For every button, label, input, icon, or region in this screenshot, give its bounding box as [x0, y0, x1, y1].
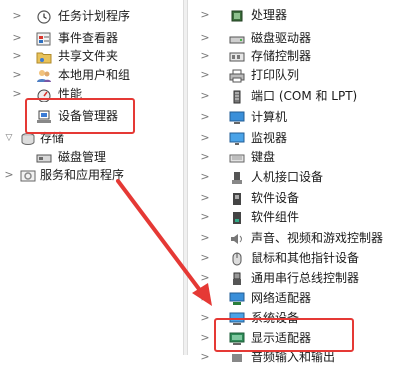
- chevron-right-icon[interactable]: >: [200, 227, 210, 249]
- tree-item-services-apps[interactable]: > 服务和应用程序: [0, 164, 183, 186]
- chevron-right-icon[interactable]: >: [200, 346, 210, 368]
- tree-item-label: 任务计划程序: [58, 9, 131, 23]
- device-category-row[interactable]: > 人机接口设备: [188, 166, 407, 188]
- chevron-right-icon[interactable]: >: [12, 83, 22, 105]
- chevron-right-icon[interactable]: >: [200, 287, 210, 309]
- chevron-right-icon[interactable]: >: [200, 247, 210, 269]
- keyboard-icon: [229, 150, 245, 164]
- device-category-label: 打印队列: [251, 68, 300, 82]
- device-category-label: 处理器: [251, 8, 288, 22]
- disk-management-icon: [36, 150, 52, 164]
- console-tree: > 任务计划程序 > 事件查看器 > 共享文件夹 > 本地用户和组 > 性能 设…: [0, 0, 183, 355]
- chevron-right-icon[interactable]: >: [200, 206, 210, 228]
- storage-controller-icon: [229, 49, 245, 63]
- audio-io-icon: [229, 350, 245, 364]
- chevron-right-icon[interactable]: >: [4, 164, 14, 186]
- services-icon: [20, 168, 36, 182]
- chevron-right-icon[interactable]: >: [200, 64, 210, 86]
- chevron-right-icon[interactable]: >: [200, 106, 210, 128]
- device-category-row[interactable]: > 软件组件: [188, 206, 407, 228]
- chevron-right-icon[interactable]: >: [200, 166, 210, 188]
- device-category-label: 计算机: [251, 110, 288, 124]
- device-category-label: 人机接口设备: [251, 170, 324, 184]
- chevron-right-icon[interactable]: >: [200, 85, 210, 107]
- device-category-row[interactable]: > 端口 (COM 和 LPT): [188, 85, 407, 107]
- hid-icon: [229, 170, 245, 184]
- device-category-label: 端口 (COM 和 LPT): [251, 89, 358, 103]
- device-category-label: 声音、视频和游戏控制器: [251, 231, 384, 245]
- device-category-row[interactable]: > 打印队列: [188, 64, 407, 86]
- software-device-icon: [229, 191, 245, 205]
- port-icon: [229, 89, 245, 104]
- device-category-row[interactable]: > 处理器: [188, 4, 407, 26]
- disk-drive-icon: [229, 31, 245, 45]
- processor-icon: [229, 8, 245, 22]
- chevron-right-icon[interactable]: >: [200, 307, 210, 329]
- software-component-icon: [229, 210, 245, 224]
- device-category-label: 键盘: [251, 150, 276, 164]
- highlight-box-display-adapter: [214, 318, 354, 352]
- computer-icon: [229, 110, 245, 124]
- device-category-row[interactable]: > 计算机: [188, 106, 407, 128]
- device-category-row[interactable]: > 网络适配器: [188, 287, 407, 309]
- shared-folder-icon: [36, 49, 52, 64]
- device-category-row[interactable]: > 通用串行总线控制器: [188, 267, 407, 289]
- device-category-row[interactable]: > 声音、视频和游戏控制器: [188, 227, 407, 249]
- chevron-right-icon[interactable]: >: [200, 146, 210, 168]
- device-category-row[interactable]: > 键盘: [188, 146, 407, 168]
- monitor-icon: [229, 131, 245, 145]
- mouse-icon: [229, 251, 245, 266]
- device-category-label: 通用串行总线控制器: [251, 271, 360, 285]
- highlight-box-device-manager: [25, 98, 135, 134]
- device-category-row[interactable]: > 鼠标和其他指针设备: [188, 247, 407, 269]
- device-tree: > 处理器 > 磁盘驱动器 > 存储控制器 > 打印队列 > 端口 (COM 和 LPT) > 计算机…: [188, 0, 407, 364]
- tree-item-label: 服务和应用程序: [40, 168, 125, 182]
- clock-icon: [36, 9, 52, 24]
- chevron-right-icon[interactable]: >: [200, 4, 210, 26]
- device-category-label: 鼠标和其他指针设备: [251, 251, 360, 265]
- chevron-right-icon[interactable]: >: [12, 5, 22, 27]
- chevron-right-icon[interactable]: >: [200, 267, 210, 289]
- usb-icon: [229, 271, 245, 285]
- tree-item-task-scheduler[interactable]: > 任务计划程序: [0, 5, 183, 27]
- sound-icon: [229, 231, 245, 245]
- printer-icon: [229, 68, 245, 83]
- users-icon: [36, 68, 52, 82]
- device-category-label: 网络适配器: [251, 291, 312, 305]
- network-adapter-icon: [229, 291, 245, 305]
- event-viewer-icon: [36, 31, 52, 46]
- device-category-label: 软件组件: [251, 210, 300, 224]
